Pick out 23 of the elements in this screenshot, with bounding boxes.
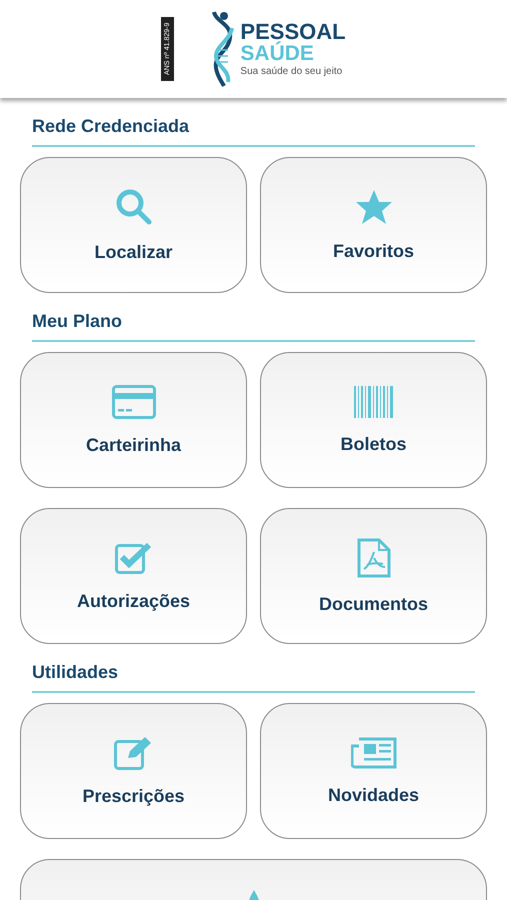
menu-card[interactable]: Documentos [260,508,487,644]
credit-card-icon [112,384,156,418]
logo-text: PESSOAL [240,21,346,43]
checkbox-icon [114,540,152,574]
section-title: Meu Plano [32,311,475,342]
dna-figure-icon [210,10,236,88]
section-title: Rede Credenciada [32,116,475,147]
edit-icon [114,736,154,770]
menu-card[interactable]: Novidades [260,703,487,839]
logo-tagline: Sua saúde do seu jeito [240,67,344,77]
menu-card[interactable]: Carteirinha [20,352,247,488]
menu-card[interactable]: Autorizações [20,508,247,644]
menu-card[interactable]: Favoritos [260,157,487,293]
logo-text: SAÚDE [240,43,315,64]
section-title: Utilidades [32,662,475,693]
pdf-file-icon [356,538,390,578]
menu-card[interactable]: Localizar [20,157,247,293]
newspaper-icon [350,736,396,768]
barcode-icon [354,386,394,418]
menu-card[interactable]: Boletos [260,352,487,488]
search-icon [114,188,152,226]
star-icon [354,188,392,224]
menu-card[interactable]: Prescrições [20,703,247,839]
